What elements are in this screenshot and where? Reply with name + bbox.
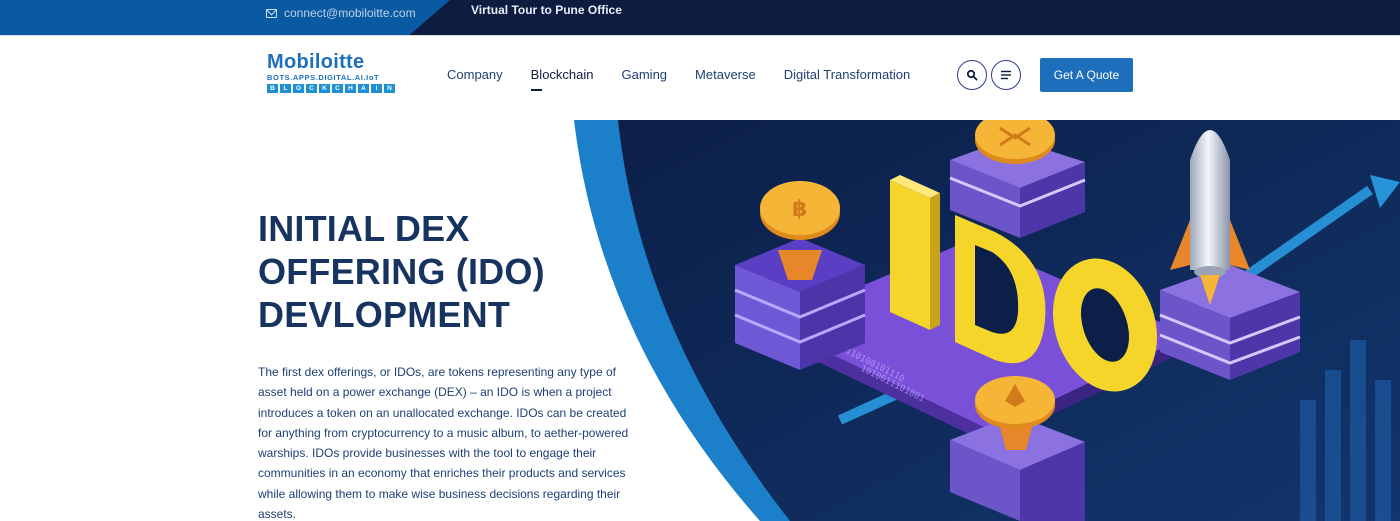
hamburger-menu-icon: [1001, 70, 1011, 80]
logo-chain-letter: H: [345, 84, 356, 93]
top-bar: connect@mobiloitte.com Virtual Tour to P…: [0, 0, 1400, 35]
title-line: INITIAL DEX: [258, 208, 470, 249]
logo-chain-letter: L: [280, 84, 291, 93]
menu-button[interactable]: [991, 60, 1021, 90]
logo-chain-letter: N: [384, 84, 395, 93]
logo-tagline: BOTS.APPS.DIGITAL.AI.IoT: [267, 73, 380, 82]
bg-bar: [1300, 400, 1316, 521]
logo-chain-letter: C: [332, 84, 343, 93]
logo-chain-letter: C: [306, 84, 317, 93]
nav-item-metaverse[interactable]: Metaverse: [695, 67, 756, 82]
virtual-tour-link[interactable]: Virtual Tour to Pune Office: [471, 3, 622, 17]
title-line: OFFERING (IDO): [258, 251, 545, 292]
ido-illustration: 0110100101110 1010011101001 01001011 110…: [574, 120, 1400, 521]
logo-chain-letter: K: [319, 84, 330, 93]
logo-chain-letter: I: [371, 84, 382, 93]
logo-name: Mobiloitte: [267, 51, 365, 73]
top-bar-email[interactable]: connect@mobiloitte.com: [266, 6, 416, 20]
divider: [0, 35, 1400, 36]
title-line: DEVLOPMENT: [258, 294, 511, 335]
bg-bar: [1375, 380, 1391, 521]
email-link[interactable]: connect@mobiloitte.com: [284, 6, 416, 20]
nav-item-blockchain[interactable]: Blockchain: [530, 67, 594, 91]
logo-chain-letter: A: [358, 84, 369, 93]
logo-chain-letter: O: [293, 84, 304, 93]
mail-icon: [266, 8, 277, 18]
svg-text:฿: ฿: [792, 197, 807, 222]
nav-item-gaming[interactable]: Gaming: [622, 67, 668, 82]
bg-bar: [1325, 370, 1341, 521]
hero-description: The first dex offerings, or IDOs, are to…: [258, 365, 629, 521]
logo-chain-letter: B: [267, 84, 278, 93]
main-nav: Company Blockchain Gaming Metaverse Digi…: [447, 67, 910, 91]
logo-chain: B L O C K C H A I N: [267, 84, 395, 93]
nav-item-digital-transformation[interactable]: Digital Transformation: [784, 67, 910, 82]
bg-bar: [1350, 340, 1366, 521]
search-icon: [966, 69, 978, 81]
search-button[interactable]: [957, 60, 987, 90]
get-a-quote-button[interactable]: Get A Quote: [1040, 58, 1133, 92]
logo[interactable]: Mobiloitte BOTS.APPS.DIGITAL.AI.IoT B L …: [267, 52, 395, 93]
page-title: INITIAL DEX OFFERING (IDO) DEVLOPMENT: [258, 207, 545, 336]
nav-item-company[interactable]: Company: [447, 67, 503, 82]
